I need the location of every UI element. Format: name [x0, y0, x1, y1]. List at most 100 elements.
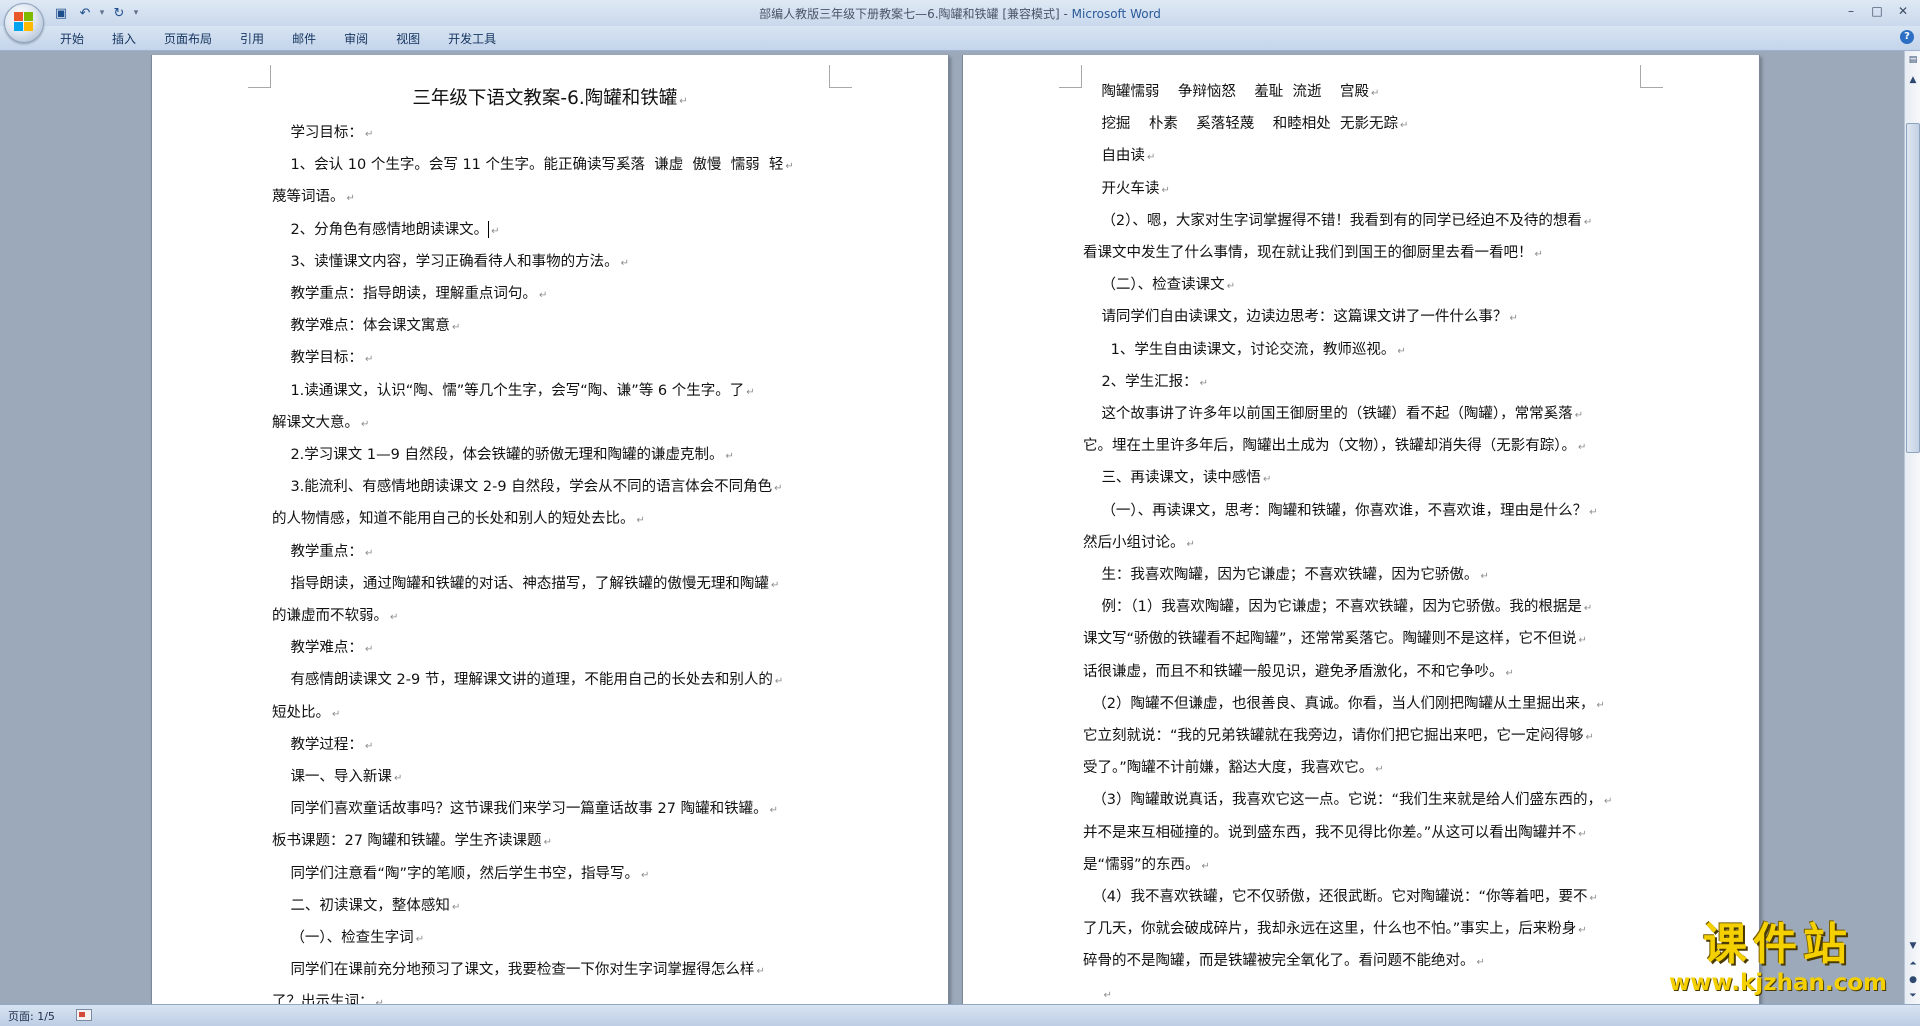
maximize-button[interactable]: □: [1866, 2, 1888, 20]
paragraph-line: 同学们注意看“陶”字的笔顺，然后学生书空，指导写。: [272, 859, 828, 891]
office-logo-icon: [14, 12, 34, 32]
window-controls: – □ ✕: [1840, 2, 1914, 20]
tab-page-layout[interactable]: 页面布局: [150, 29, 226, 49]
paragraph-line: 的谦虚而不软弱。: [272, 601, 828, 633]
paragraph-line: 并不是来互相碰撞的。说到盛东西，我不见得比你差。”从这可以看出陶罐并不: [1083, 818, 1639, 850]
paragraph-line: （2）陶罐不但谦虚，也很善良、真诚。你看，当人们刚把陶罐从土里掘出来，: [1083, 689, 1639, 721]
tab-home[interactable]: 开始: [46, 29, 98, 49]
page-count-status[interactable]: 页面: 1/5: [8, 1008, 55, 1024]
margin-mark: [829, 65, 852, 88]
paragraph-line: （一）、再读课文，思考：陶罐和铁罐，你喜欢谁，不喜欢谁，理由是什么？: [1083, 496, 1639, 528]
scroll-down-icon[interactable]: ▼: [1906, 939, 1920, 954]
scroll-up-icon[interactable]: ▲: [1906, 73, 1920, 88]
help-icon[interactable]: ?: [1900, 30, 1914, 44]
status-bar: 页面: 1/5: [0, 1004, 1920, 1026]
paragraph-line: 课文写“骄傲的铁罐看不起陶罐”，还常常奚落它。陶罐则不是这样，它不但说: [1083, 624, 1639, 656]
margin-mark: [1640, 65, 1663, 88]
scrollbar-thumb[interactable]: [1906, 123, 1920, 453]
paragraph-line: 同学们喜欢童话故事吗？这节课我们来学习一篇童话故事 27 陶罐和铁罐。: [272, 794, 828, 826]
tab-view[interactable]: 视图: [382, 29, 434, 49]
site-watermark-logo: 课件站 www.kjzhan.com: [1658, 919, 1898, 997]
paragraph-line: 教学重点：: [272, 537, 828, 569]
paragraph-line: 蔑等词语。: [272, 182, 828, 214]
paragraph-line: 它。埋在土里许多年后，陶罐出土成为（文物），铁罐却消失得（无影有踪）。: [1083, 431, 1639, 463]
paragraph-line: （4）我不喜欢铁罐，它不仅骄傲，还很武断。它对陶罐说：“你等着吧，要不: [1083, 882, 1639, 914]
paragraph-line: （2）、嗯，大家对生字词掌握得不错！我看到有的同学已经迫不及待的想看: [1083, 206, 1639, 238]
paragraph-line: （一）、检查生字词: [272, 923, 828, 955]
paragraph-line: 3、读懂课文内容，学习正确看待人和事物的方法。: [272, 247, 828, 279]
tab-insert[interactable]: 插入: [98, 29, 150, 49]
paragraph-line: 了几天，你就会破成碎片，我却永远在这里，什么也不怕。”事实上，后来粉身: [1083, 914, 1639, 946]
ribbon-tabs: 开始 插入 页面布局 引用 邮件 审阅 视图 开发工具: [46, 29, 510, 49]
tab-mailings[interactable]: 邮件: [278, 29, 330, 49]
paragraph-line: （3）陶罐敢说真话，我喜欢它这一点。它说：“我们生来就是给人们盛东西的，: [1083, 785, 1639, 817]
document-title-heading: 三年级下语文教案-6.陶罐和铁罐: [272, 83, 828, 118]
paragraph-line: 同学们在课前充分地预习了课文，我要检查一下你对生字词掌握得怎么样: [272, 955, 828, 987]
paragraph-line: 2.学习课文 1—9 自然段，体会铁罐的骄傲无理和陶罐的谦虚克制。: [272, 440, 828, 472]
paragraph-line-with-cursor: 2、分角色有感情地朗读课文。: [272, 215, 828, 247]
tab-developer[interactable]: 开发工具: [434, 29, 510, 49]
close-button[interactable]: ✕: [1892, 2, 1914, 20]
minimize-button[interactable]: –: [1840, 2, 1862, 20]
paragraph-line: 短处比。: [272, 698, 828, 730]
paragraph-line: 了？出示生词：: [272, 987, 828, 1004]
paragraph-line: 教学难点：体会课文寓意: [272, 311, 828, 343]
paragraph-line: 教学重点：指导朗读，理解重点词句。: [272, 279, 828, 311]
ribbon-tab-bar: 开始 插入 页面布局 引用 邮件 审阅 视图 开发工具 ?: [0, 26, 1920, 51]
paragraph-line-text: 2、分角色有感情地朗读课文。: [272, 221, 489, 238]
paragraph-line: 1.读通课文，认识“陶、懦”等几个生字，会写“陶、谦”等 6 个生字。了: [272, 376, 828, 408]
paragraph-line: 的人物情感，知道不能用自己的长处和别人的短处去比。: [272, 504, 828, 536]
paragraph-line: 二、初读课文，整体感知: [272, 891, 828, 923]
document-page-1[interactable]: 三年级下语文教案-6.陶罐和铁罐 学习目标： 1、会认 10 个生字。会写 11…: [151, 55, 949, 1004]
paragraph-line: 2、学生汇报：: [1083, 367, 1639, 399]
document-title: 部编人教版三年级下册教案七—6.陶罐和铁罐 [兼容模式] -: [759, 7, 1072, 21]
paragraph-line: 教学难点：: [272, 633, 828, 665]
paragraph-line: 生：我喜欢陶罐，因为它谦虚；不喜欢铁罐，因为它骄傲。: [1083, 560, 1639, 592]
paragraph-line: 例：（1）我喜欢陶罐，因为它谦虚；不喜欢铁罐，因为它骄傲。我的根据是: [1083, 592, 1639, 624]
browse-object-icon[interactable]: ●: [1906, 973, 1920, 988]
next-page-icon[interactable]: ⏷: [1906, 989, 1920, 1004]
tab-references[interactable]: 引用: [226, 29, 278, 49]
paragraph-line: 板书课题：27 陶罐和铁罐。学生齐读课题: [272, 826, 828, 858]
paragraph-line: 请同学们自由读课文，边读边思考：这篇课文讲了一件什么事？: [1083, 302, 1639, 334]
paragraph-line: 1、会认 10 个生字。会写 11 个生字。能正确读写奚落 谦虚 傲慢 懦弱 轻: [272, 150, 828, 182]
document-area: 三年级下语文教案-6.陶罐和铁罐 学习目标： 1、会认 10 个生字。会写 11…: [0, 51, 1904, 1004]
vertical-scrollbar[interactable]: ▤ ▲ ▼ ⏶ ● ⏷: [1904, 51, 1920, 1004]
paragraph-line: 解课文大意。: [272, 408, 828, 440]
paragraph-line: 学习目标：: [272, 118, 828, 150]
tab-review[interactable]: 审阅: [330, 29, 382, 49]
watermark-url: www.kjzhan.com: [1669, 970, 1887, 996]
paragraph-line: 它立刻就说：“我的兄弟铁罐就在我旁边，请你们把它掘出来吧，它一定闷得够: [1083, 721, 1639, 753]
page-1-text: 三年级下语文教案-6.陶罐和铁罐 学习目标： 1、会认 10 个生字。会写 11…: [272, 83, 828, 1004]
paragraph-line: 这个故事讲了许多年以前国王御厨里的（铁罐）看不起（陶罐），常常奚落: [1083, 399, 1639, 431]
paragraph-line: 课一、导入新课: [272, 762, 828, 794]
office-button[interactable]: [4, 3, 44, 43]
ruler-toggle-icon[interactable]: ▤: [1906, 53, 1920, 68]
paragraph-line: 看课文中发生了什么事情，现在就让我们到国王的御厨里去看一看吧！: [1083, 238, 1639, 270]
paragraph-line: 教学过程：: [272, 730, 828, 762]
app-name: Microsoft Word: [1071, 7, 1161, 21]
paragraph-line: 教学目标：: [272, 343, 828, 375]
paragraph-line: 是“懦弱”的东西。: [1083, 850, 1639, 882]
window-title: 部编人教版三年级下册教案七—6.陶罐和铁罐 [兼容模式] - Microsoft…: [0, 5, 1920, 22]
paragraph-line: 开火车读: [1083, 174, 1639, 206]
paragraph-line: 指导朗读，通过陶罐和铁罐的对话、神态描写，了解铁罐的傲慢无理和陶罐: [272, 569, 828, 601]
paragraph-line: 受了。”陶罐不计前嫌，豁达大度，我喜欢它。: [1083, 753, 1639, 785]
paragraph-line: 3.能流利、有感情地朗读课文 2-9 自然段，学会从不同的语言体会不同角色: [272, 472, 828, 504]
paragraph-line: 陶罐懦弱 争辩恼怒 羞耻 流逝 宫殿: [1083, 77, 1639, 109]
margin-mark: [1059, 65, 1082, 88]
document-page-2[interactable]: 陶罐懦弱 争辩恼怒 羞耻 流逝 宫殿 挖掘 朴素 奚落轻蔑 和睦相处 无影无踪 …: [962, 55, 1760, 1004]
paragraph-line: [1083, 979, 1639, 1004]
watermark-title: 课件站: [1703, 919, 1853, 970]
paragraph-line: 碎骨的不是陶罐，而是铁罐被完全氧化了。看问题不能绝对。: [1083, 946, 1639, 978]
paragraph-line: 三、再读课文，读中感悟: [1083, 463, 1639, 495]
paragraph-line: 然后小组讨论。: [1083, 528, 1639, 560]
paragraph-line: （二）、检查读课文: [1083, 270, 1639, 302]
text-cursor: [488, 221, 490, 239]
paragraph-line: 挖掘 朴素 奚落轻蔑 和睦相处 无影无踪: [1083, 109, 1639, 141]
paragraph-line: 话很谦虚，而且不和铁罐一般见识，避免矛盾激化，不和它争吵。: [1083, 657, 1639, 689]
proofing-status-icon[interactable]: [76, 1009, 92, 1021]
page-2-text: 陶罐懦弱 争辩恼怒 羞耻 流逝 宫殿 挖掘 朴素 奚落轻蔑 和睦相处 无影无踪 …: [1083, 77, 1639, 1004]
paragraph-line: 1、学生自由读课文，讨论交流，教师巡视。: [1083, 335, 1639, 367]
previous-page-icon[interactable]: ⏶: [1906, 957, 1920, 972]
